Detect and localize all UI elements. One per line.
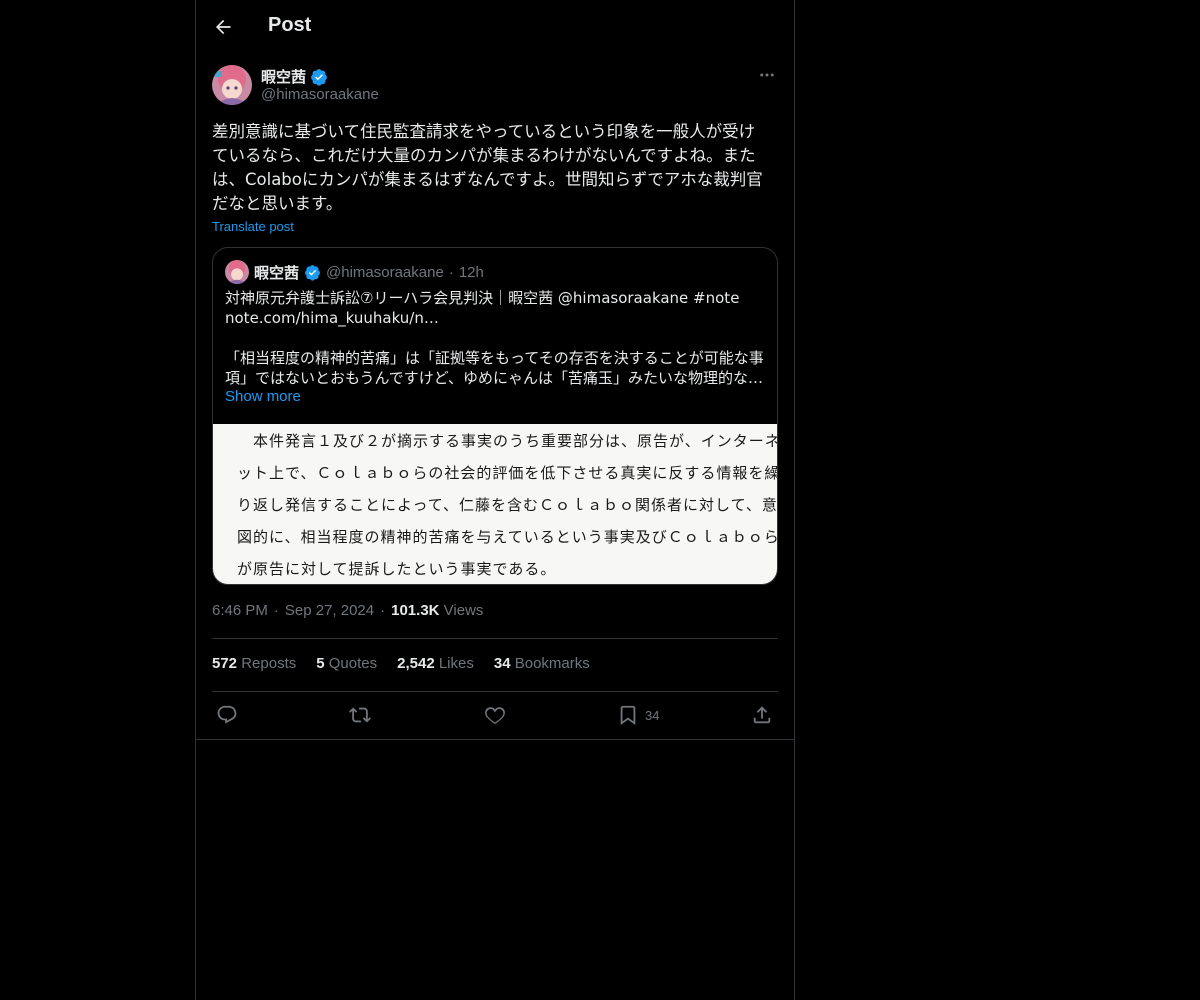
- divider: [196, 739, 794, 740]
- document-text-line: が原告に対して提訴したという事実である。: [237, 560, 557, 578]
- quoted-author-name: 暇空茜: [254, 264, 300, 282]
- divider: [212, 638, 778, 639]
- likes-stat[interactable]: 2,542 Likes: [397, 655, 474, 672]
- quoted-text-line: 対神原元弁護士訴訟⑦リーハラ会見判決｜暇空茜 @himasoraakane #n…: [225, 289, 740, 307]
- more-icon: [760, 73, 774, 77]
- document-text-line: 図的に、相当程度の精神的苦痛を与えているという事実及びＣｏｌａｂｏら: [237, 528, 777, 546]
- page-title: Post: [268, 14, 312, 36]
- separator-dot: ·: [273, 602, 279, 619]
- views-count: 101.3K: [391, 602, 440, 619]
- share-icon: [753, 706, 771, 724]
- views-label: Views: [443, 602, 484, 619]
- like-button[interactable]: [484, 703, 506, 727]
- like-icon: [485, 707, 505, 724]
- quoted-text-line: note.com/hima_kuuhaku/n…: [225, 309, 439, 327]
- more-options-button[interactable]: [756, 64, 778, 86]
- post-text: 差別意識に基づいて住民監査請求をやっているという印象を一般人が受け ているなら、…: [212, 122, 763, 213]
- separator-dot: ·: [380, 602, 386, 619]
- bookmark-count: 34: [645, 707, 660, 723]
- bookmarks-stat[interactable]: 34 Bookmarks: [494, 655, 590, 672]
- reposts-stat[interactable]: 572 Reposts: [212, 655, 296, 672]
- reply-button[interactable]: [216, 703, 238, 727]
- quoted-text-line: 「相当程度の精神的苦痛」は「証拠等をもってその存否を決することが可能な事: [225, 349, 764, 367]
- document-text-line: 本件発言１及び２が摘示する事実のうち重要部分は、原告が、インターネ: [253, 432, 777, 450]
- post-stats: 572 Reposts 5 Quotes 2,542 Likes 34 Book…: [212, 655, 590, 672]
- action-bar: 34: [212, 701, 778, 729]
- author-name[interactable]: 暇空茜: [261, 66, 328, 87]
- repost-icon: [349, 707, 371, 723]
- verified-badge-icon: [311, 68, 327, 86]
- share-button[interactable]: [751, 703, 773, 727]
- quoted-post[interactable]: 暇空茜 @himasoraakane · 12h 対神原元弁護士訴訟⑦リーハラ会…: [212, 247, 778, 585]
- bookmark-button[interactable]: 34: [617, 703, 659, 727]
- quoted-text-line: [225, 328, 765, 348]
- author-handle[interactable]: @himasoraakane: [261, 86, 379, 103]
- document-text-line: り返し発信することによって、仁藤を含むＣｏｌａｂｏ関係者に対して、意: [237, 496, 777, 514]
- show-more-link[interactable]: Show more: [225, 388, 301, 405]
- post-meta: 6:46 PM · Sep 27, 2024 · 101.3K Views: [212, 602, 483, 619]
- divider: [212, 691, 778, 692]
- arrow-left-icon: [216, 19, 231, 35]
- reply-icon: [217, 705, 237, 724]
- back-button[interactable]: [209, 13, 237, 41]
- quoted-document-image[interactable]: 本件発言１及び２が摘示する事実のうち重要部分は、原告が、インターネ ット上で、Ｃ…: [213, 424, 777, 584]
- translate-post-link[interactable]: Translate post: [212, 219, 294, 234]
- quoted-post-text: 対神原元弁護士訴訟⑦リーハラ会見判決｜暇空茜 @himasoraakane #n…: [225, 288, 765, 388]
- document-text-line: ット上で、Ｃｏｌａｂｏらの社会的評価を低下させる真実に反する情報を繰: [237, 464, 777, 482]
- quoted-post-header: 暇空茜 @himasoraakane · 12h: [225, 260, 484, 284]
- quoted-author-handle: @himasoraakane: [326, 263, 444, 281]
- post-date[interactable]: Sep 27, 2024: [285, 602, 374, 619]
- quotes-stat[interactable]: 5 Quotes: [316, 655, 377, 672]
- separator-dot: ·: [448, 263, 454, 281]
- quoted-avatar: [225, 260, 249, 284]
- main-column: Post 暇空茜 @himasoraakane 差別意識に基づいて住民監査請求を…: [195, 0, 795, 1000]
- repost-button[interactable]: [349, 703, 371, 727]
- quoted-text-line: 項」ではないとおもうんですけど、ゆめにゃんは「苦痛玉」みたいな物理的な…: [225, 369, 764, 387]
- post-time[interactable]: 6:46 PM: [212, 602, 268, 619]
- quoted-post-time: 12h: [458, 263, 484, 281]
- verified-badge-icon: [305, 264, 320, 281]
- avatar[interactable]: [212, 65, 252, 105]
- top-bar: Post: [196, 0, 794, 54]
- bookmark-icon: [620, 705, 636, 726]
